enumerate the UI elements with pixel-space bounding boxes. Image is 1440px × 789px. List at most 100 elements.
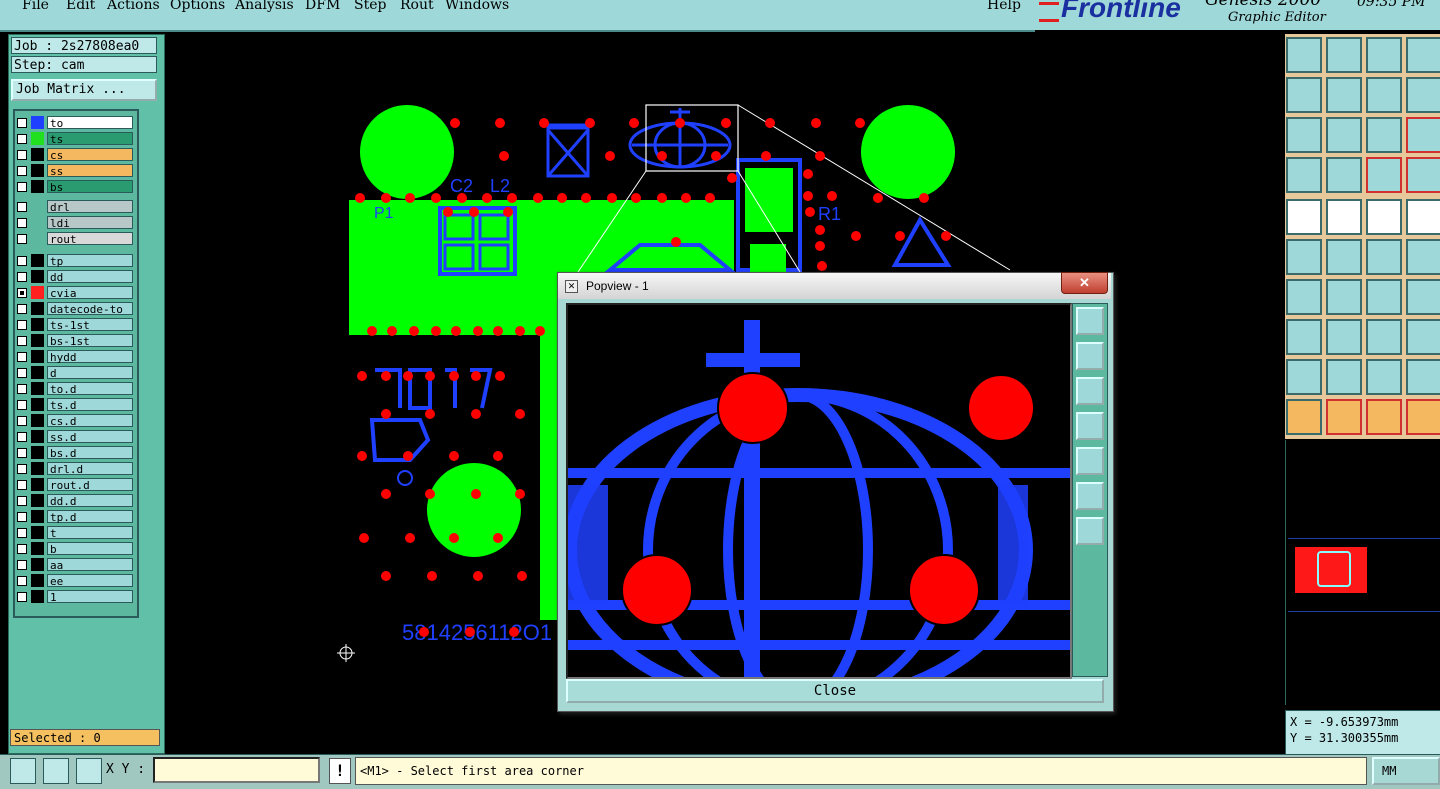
popview-pan-up-icon[interactable] bbox=[1076, 342, 1104, 370]
layer-row[interactable]: hydd bbox=[15, 349, 137, 365]
pointer-2-icon[interactable] bbox=[1326, 399, 1362, 435]
layer-color-swatch[interactable] bbox=[31, 526, 44, 539]
layer-name[interactable]: rout.d bbox=[47, 478, 133, 492]
layer-name[interactable]: 1 bbox=[47, 590, 133, 604]
layer-name[interactable]: to.d bbox=[47, 382, 133, 396]
menu-step[interactable]: Step bbox=[354, 0, 386, 13]
layer-name[interactable]: ee bbox=[47, 574, 133, 588]
layer-color-swatch[interactable] bbox=[31, 478, 44, 491]
menu-help[interactable]: Help bbox=[987, 0, 1021, 13]
layer-row[interactable]: drl bbox=[15, 199, 137, 215]
layer-checkbox[interactable] bbox=[17, 150, 27, 160]
window-close-button[interactable]: ✕ bbox=[1061, 272, 1108, 294]
layer-name[interactable]: ts bbox=[47, 132, 133, 146]
layer-name[interactable]: cvia bbox=[47, 286, 133, 300]
layer-checkbox[interactable] bbox=[17, 384, 27, 394]
arc-icon[interactable] bbox=[1366, 279, 1402, 315]
layer-checkbox[interactable] bbox=[17, 576, 27, 586]
layer-checkbox[interactable] bbox=[17, 448, 27, 458]
layer-name[interactable]: hydd bbox=[47, 350, 133, 364]
layer-color-swatch[interactable] bbox=[31, 116, 44, 129]
layer-checkbox[interactable] bbox=[17, 352, 27, 362]
layer-checkbox[interactable] bbox=[17, 256, 27, 266]
triangle-icon[interactable] bbox=[1286, 359, 1322, 395]
layer-row[interactable]: cs.d bbox=[15, 413, 137, 429]
layer-row[interactable]: b bbox=[15, 541, 137, 557]
layer-row[interactable]: bs bbox=[15, 179, 137, 195]
overview-map[interactable] bbox=[1288, 538, 1440, 612]
layer-checkbox[interactable] bbox=[17, 320, 27, 330]
pointer-3-icon[interactable] bbox=[1366, 399, 1402, 435]
layer-name[interactable]: cs bbox=[47, 148, 133, 162]
layer-checkbox[interactable] bbox=[17, 400, 27, 410]
layer-row[interactable]: cvia bbox=[15, 285, 137, 301]
help-icon[interactable] bbox=[1406, 117, 1440, 153]
popview-canvas[interactable] bbox=[566, 303, 1072, 679]
layer-name[interactable]: b bbox=[47, 542, 133, 556]
layer-color-swatch[interactable] bbox=[31, 334, 44, 347]
layer-color-swatch[interactable] bbox=[31, 398, 44, 411]
layer-color-swatch[interactable] bbox=[31, 164, 44, 177]
pointer-4-icon[interactable] bbox=[1406, 399, 1440, 435]
net-icon[interactable] bbox=[1286, 239, 1322, 275]
layer-checkbox[interactable] bbox=[17, 288, 27, 298]
popview-pan-right-icon[interactable] bbox=[1076, 447, 1104, 475]
popview-pan-left-icon[interactable] bbox=[1076, 412, 1104, 440]
window-icon[interactable] bbox=[1406, 37, 1440, 73]
layer-row[interactable]: dd.d bbox=[15, 493, 137, 509]
layer-name[interactable]: to bbox=[47, 116, 133, 130]
layer-name[interactable]: cs.d bbox=[47, 414, 133, 428]
layer-name[interactable]: drl.d bbox=[47, 462, 133, 476]
layer-color-swatch[interactable] bbox=[31, 318, 44, 331]
layer-name[interactable]: ss bbox=[47, 164, 133, 178]
layer-checkbox[interactable] bbox=[17, 166, 27, 176]
popview-fit-icon[interactable] bbox=[1076, 307, 1104, 335]
layer-checkbox[interactable] bbox=[17, 464, 27, 474]
pan-left-icon[interactable] bbox=[1286, 77, 1322, 113]
popview-pan-down-icon[interactable] bbox=[1076, 377, 1104, 405]
layer-name[interactable]: bs-1st bbox=[47, 334, 133, 348]
layer-row[interactable]: dd bbox=[15, 269, 137, 285]
layer-checkbox[interactable] bbox=[17, 528, 27, 538]
xy-input[interactable] bbox=[153, 757, 320, 783]
layer-color-swatch[interactable] bbox=[31, 542, 44, 555]
layer-name[interactable]: ts.d bbox=[47, 398, 133, 412]
measure-pads-2-icon[interactable] bbox=[1406, 157, 1440, 193]
layer-row[interactable]: ts.d bbox=[15, 397, 137, 413]
layer-row[interactable]: ss bbox=[15, 163, 137, 179]
job-matrix-button[interactable]: Job Matrix ... bbox=[11, 79, 157, 101]
layer-color-swatch[interactable] bbox=[31, 574, 44, 587]
snap-icon[interactable] bbox=[10, 758, 36, 784]
layer-color-swatch[interactable] bbox=[31, 558, 44, 571]
open-up-icon[interactable] bbox=[1286, 37, 1322, 73]
layer-color-swatch[interactable] bbox=[31, 382, 44, 395]
menu-analysis[interactable]: Analysis bbox=[235, 0, 294, 13]
layer-row[interactable]: bs.d bbox=[15, 445, 137, 461]
layer-row[interactable]: d bbox=[15, 365, 137, 381]
menu-options[interactable]: Options bbox=[170, 0, 225, 13]
layer-checkbox[interactable] bbox=[17, 182, 27, 192]
delete-net-icon[interactable] bbox=[1326, 239, 1362, 275]
layer-name[interactable]: dd bbox=[47, 270, 133, 284]
layer-checkbox[interactable] bbox=[17, 560, 27, 570]
layer-checkbox[interactable] bbox=[17, 272, 27, 282]
pointer-icon[interactable] bbox=[1286, 399, 1322, 435]
layer-color-swatch[interactable] bbox=[31, 148, 44, 161]
layer-checkbox[interactable] bbox=[17, 218, 27, 228]
layer-row[interactable]: ts bbox=[15, 131, 137, 147]
layer-row[interactable]: cs bbox=[15, 147, 137, 163]
pan-right-icon[interactable] bbox=[1326, 77, 1362, 113]
layer-name[interactable]: rout bbox=[47, 232, 133, 246]
popview-zoom-in-icon[interactable] bbox=[1076, 482, 1104, 510]
layer-color-swatch[interactable] bbox=[31, 414, 44, 427]
layer-name[interactable]: tp.d bbox=[47, 510, 133, 524]
measure-pads-icon[interactable] bbox=[1366, 157, 1402, 193]
layer-row[interactable]: aa bbox=[15, 557, 137, 573]
layer-row[interactable]: 1 bbox=[15, 589, 137, 605]
layer-color-swatch[interactable] bbox=[31, 462, 44, 475]
layer-checkbox[interactable] bbox=[17, 304, 27, 314]
text-icon[interactable] bbox=[1406, 279, 1440, 315]
layer-color-swatch[interactable] bbox=[31, 302, 44, 315]
popview-close-button[interactable]: Close bbox=[566, 679, 1104, 703]
layer-checkbox[interactable] bbox=[17, 202, 27, 212]
